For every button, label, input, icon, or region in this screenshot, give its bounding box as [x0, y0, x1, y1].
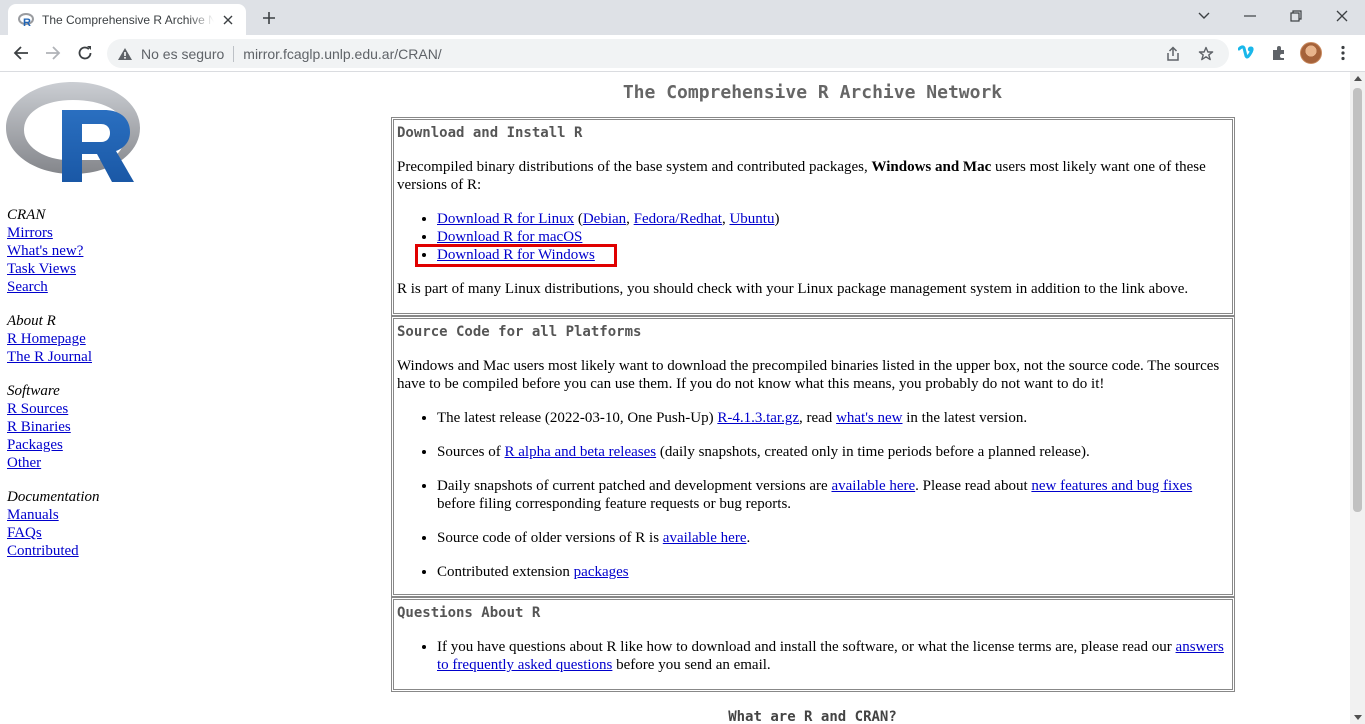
download-intro: Precompiled binary distributions of the … [397, 159, 1206, 193]
download-heading: Download and Install R [397, 125, 583, 141]
reload-icon[interactable] [71, 39, 99, 67]
tab-search-chevron-icon[interactable] [1181, 0, 1227, 32]
sidebar-link-r-binaries[interactable]: R Binaries [7, 418, 99, 436]
bookmark-star-icon[interactable] [1198, 39, 1214, 68]
sidebar-section-software: Software R Sources R Binaries Packages O… [7, 382, 99, 472]
tab-close-icon[interactable] [220, 12, 236, 28]
page-scrollbar[interactable] [1350, 72, 1365, 724]
sidebar-heading: Software [7, 383, 60, 399]
sidebar-section-documentation: Documentation Manuals FAQs Contributed [7, 488, 99, 560]
list-item: Download R for Linux (Debian, Fedora/Red… [437, 210, 1229, 228]
sidebar-heading: About R [7, 313, 56, 329]
minimize-icon[interactable] [1227, 0, 1273, 32]
warning-icon[interactable] [117, 46, 133, 62]
scroll-up-icon[interactable] [1354, 76, 1362, 81]
source-box: Source Code for all Platforms Windows an… [391, 316, 1235, 597]
sidebar-link-whats-new[interactable]: What's new? [7, 242, 99, 260]
list-item: Sources of R alpha and beta releases (da… [437, 443, 1229, 461]
profile-avatar[interactable] [1297, 39, 1325, 67]
scroll-down-icon[interactable] [1354, 715, 1362, 720]
list-item: If you have questions about R like how t… [437, 638, 1229, 674]
sidebar-section-about: About R R Homepage The R Journal [7, 312, 99, 366]
new-tab-icon[interactable] [258, 7, 280, 29]
new-features-link[interactable]: new features and bug fixes [1031, 478, 1192, 494]
security-label[interactable]: No es seguro [141, 46, 224, 62]
sidebar-link-mirrors[interactable]: Mirrors [7, 224, 99, 242]
sidebar-link-r-homepage[interactable]: R Homepage [7, 330, 99, 348]
fedora-link[interactable]: Fedora/Redhat [634, 211, 722, 227]
questions-box: Questions About R If you have questions … [391, 597, 1235, 692]
address-bar[interactable]: No es seguro mirror.fcaglp.unlp.edu.ar/C… [107, 39, 1229, 68]
ubuntu-link[interactable]: Ubuntu [729, 211, 774, 227]
tab-title: The Comprehensive R Archive Network [42, 12, 214, 27]
page-title: The Comprehensive R Archive Network [622, 82, 1003, 103]
browser-toolbar: No es seguro mirror.fcaglp.unlp.edu.ar/C… [0, 35, 1365, 72]
source-heading: Source Code for all Platforms [397, 324, 642, 340]
tab-strip: R The Comprehensive R Archive Network [0, 0, 1365, 35]
menu-kebab-icon[interactable] [1329, 39, 1357, 67]
source-list: The latest release (2022-03-10, One Push… [397, 409, 1229, 581]
address-divider [233, 45, 235, 62]
browser-tab[interactable]: R The Comprehensive R Archive Network [8, 4, 246, 35]
whats-new-link[interactable]: what's new [836, 410, 902, 426]
list-item: Download R for macOS [437, 228, 1229, 246]
sidebar-link-faqs[interactable]: FAQs [7, 524, 99, 542]
download-linux-link[interactable]: Download R for Linux [437, 211, 574, 227]
sidebar-link-manuals[interactable]: Manuals [7, 506, 99, 524]
r-tarball-link[interactable]: R-4.1.3.tar.gz [717, 410, 799, 426]
snapshots-available-link[interactable]: available here [831, 478, 915, 494]
scroll-thumb[interactable] [1353, 88, 1362, 512]
page-viewport: CRAN Mirrors What's new? Task Views Sear… [0, 72, 1350, 724]
sidebar-section-cran: CRAN Mirrors What's new? Task Views Sear… [7, 206, 99, 296]
restore-icon[interactable] [1273, 0, 1319, 32]
debian-link[interactable]: Debian [583, 211, 626, 227]
svg-text:R: R [23, 17, 31, 28]
sidebar-link-r-sources[interactable]: R Sources [7, 400, 99, 418]
sidebar-link-task-views[interactable]: Task Views [7, 260, 99, 278]
vimeo-extension-icon[interactable] [1233, 39, 1261, 67]
sidebar-link-packages[interactable]: Packages [7, 436, 99, 454]
download-windows-link[interactable]: Download R for Windows [437, 247, 595, 263]
url-text[interactable]: mirror.fcaglp.unlp.edu.ar/CRAN/ [243, 46, 441, 62]
sidebar-link-search[interactable]: Search [7, 278, 99, 296]
list-item: The latest release (2022-03-10, One Push… [437, 409, 1229, 427]
sidebar-heading: CRAN [7, 207, 46, 223]
download-list: Download R for Linux (Debian, Fedora/Red… [397, 210, 1229, 264]
list-item: Contributed extension packages [437, 563, 1229, 581]
sidebar-heading: Documentation [7, 489, 100, 505]
back-icon[interactable] [7, 39, 35, 67]
sidebar-nav: CRAN Mirrors What's new? Task Views Sear… [7, 206, 99, 576]
extensions-puzzle-icon[interactable] [1265, 39, 1293, 67]
download-macos-link[interactable]: Download R for macOS [437, 229, 582, 245]
sidebar-link-contributed[interactable]: Contributed [7, 542, 99, 560]
download-box: Download and Install R Precompiled binar… [391, 117, 1235, 316]
what-are-r-heading: What are R and CRAN? [728, 709, 897, 724]
source-intro: Windows and Mac users most likely want t… [397, 358, 1220, 392]
download-note: R is part of many Linux distributions, y… [397, 281, 1189, 297]
packages-link[interactable]: packages [574, 564, 629, 580]
share-icon[interactable] [1165, 39, 1181, 68]
list-item: Daily snapshots of current patched and d… [437, 477, 1229, 513]
older-versions-link[interactable]: available here [663, 530, 747, 546]
sidebar-link-other[interactable]: Other [7, 454, 99, 472]
questions-list: If you have questions about R like how t… [397, 638, 1229, 674]
sidebar-link-r-journal[interactable]: The R Journal [7, 348, 99, 366]
list-item: Download R for Windows [437, 246, 1229, 264]
r-logo[interactable] [6, 80, 140, 184]
list-item: Source code of older versions of R is av… [437, 529, 1229, 547]
r-favicon-icon: R [18, 12, 34, 28]
alpha-beta-link[interactable]: R alpha and beta releases [505, 444, 657, 460]
close-window-icon[interactable] [1319, 0, 1365, 32]
questions-heading: Questions About R [397, 605, 541, 621]
forward-icon[interactable] [39, 39, 67, 67]
